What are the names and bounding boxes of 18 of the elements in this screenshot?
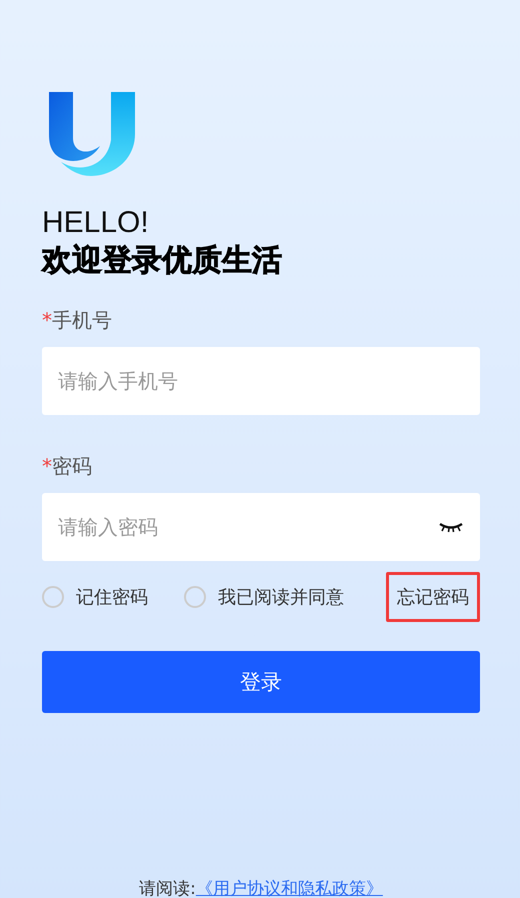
radio-button[interactable] <box>184 586 206 608</box>
input-field[interactable]: 请输入密码 <box>42 493 480 561</box>
field-label: 手机号 <box>52 308 112 332</box>
headline: 欢迎登录优质生活 <box>42 242 283 280</box>
login-button[interactable]: 登录 <box>42 651 480 713</box>
logo-icon <box>47 90 137 178</box>
option-label: 记住密码 <box>76 586 148 609</box>
agreement-link[interactable]: 《用户协议和隐私政策》 <box>196 879 383 898</box>
option-label: 我已阅读并同意 <box>218 586 344 609</box>
required-asterisk: * <box>42 454 52 478</box>
footer-prompt: 请阅读: <box>139 879 196 898</box>
field-label: 密码 <box>52 454 92 478</box>
radio-button[interactable] <box>42 586 64 608</box>
greeting: HELLO! <box>42 205 150 241</box>
forgot-password-link[interactable]: 忘记密码 <box>386 572 480 622</box>
required-asterisk: * <box>42 308 52 332</box>
input-field[interactable]: 请输入手机号 <box>42 347 480 415</box>
closed-eye-icon[interactable] <box>438 521 464 533</box>
